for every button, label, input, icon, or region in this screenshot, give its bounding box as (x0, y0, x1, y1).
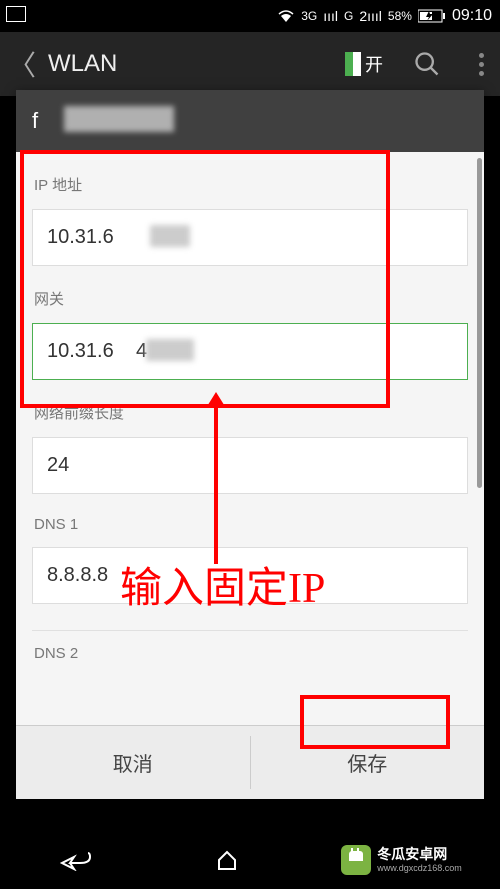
ip-settings-dialog: f IP 地址 网关 网络前缀长度 (16, 90, 484, 799)
toggle-indicator (345, 52, 361, 76)
dialog-body[interactable]: IP 地址 网关 网络前缀长度 DNS 1 (16, 152, 484, 725)
network-name: f (32, 108, 38, 133)
back-icon[interactable]: 〈 (8, 44, 36, 84)
battery-percent: 58% (388, 9, 412, 23)
annotation-arrow (214, 404, 218, 564)
network-g: G (344, 9, 353, 23)
redacted-ip-suffix (150, 225, 190, 247)
cancel-button[interactable]: 取消 (16, 726, 250, 799)
prefix-field-group: 网络前缀长度 (32, 380, 468, 494)
annotation-text: 输入固定IP (120, 554, 325, 615)
nav-home-button[interactable] (152, 848, 304, 872)
save-button[interactable]: 保存 (251, 726, 485, 799)
prefix-input[interactable] (32, 437, 468, 494)
wifi-toggle[interactable]: 开 (345, 51, 383, 77)
redacted-ssid (64, 106, 174, 132)
battery-icon (418, 9, 446, 23)
appbar-title: WLAN (48, 50, 333, 78)
more-icon[interactable] (471, 53, 492, 76)
watermark-brand: 冬瓜安卓网 www.dgxcdz168.com (303, 845, 500, 875)
prefix-label: 网络前缀长度 (32, 402, 468, 423)
dns2-label: DNS 2 (32, 645, 468, 662)
ip-field-group: IP 地址 (32, 152, 468, 266)
search-icon[interactable] (413, 50, 441, 78)
status-bar: 3G ıııl G 2ıııl 58% 09:10 (0, 0, 500, 32)
gateway-field-group: 网关 (32, 266, 468, 380)
dns2-field-group: DNS 2 (32, 631, 468, 662)
status-icons: 3G ıııl G 2ıııl 58% 09:10 (277, 7, 492, 25)
ip-label: IP 地址 (32, 174, 468, 195)
dialog-header: f (16, 90, 484, 152)
dns1-label: DNS 1 (32, 516, 468, 533)
toggle-label: 开 (365, 51, 383, 77)
nav-bar: 冬瓜安卓网 www.dgxcdz168.com (0, 831, 500, 889)
compass-icon (6, 6, 26, 22)
gateway-label: 网关 (32, 288, 468, 309)
android-icon (341, 845, 371, 875)
nav-back-button[interactable] (0, 849, 152, 871)
clock: 09:10 (452, 7, 492, 25)
brand-name: 冬瓜安卓网 (377, 847, 462, 862)
network-3g: 3G (301, 9, 317, 23)
ip-input[interactable] (32, 209, 468, 266)
dialog-footer: 取消 保存 (16, 725, 484, 799)
signal-1: ıııl (323, 8, 338, 24)
scrollbar[interactable] (477, 158, 482, 488)
wifi-icon (277, 9, 295, 23)
signal-2: 2ıııl (359, 8, 382, 24)
gateway-input[interactable] (32, 323, 468, 380)
redacted-gateway-suffix (146, 339, 194, 361)
brand-url: www.dgxcdz168.com (377, 863, 462, 873)
app-bar: 〈 WLAN 开 (0, 32, 500, 96)
